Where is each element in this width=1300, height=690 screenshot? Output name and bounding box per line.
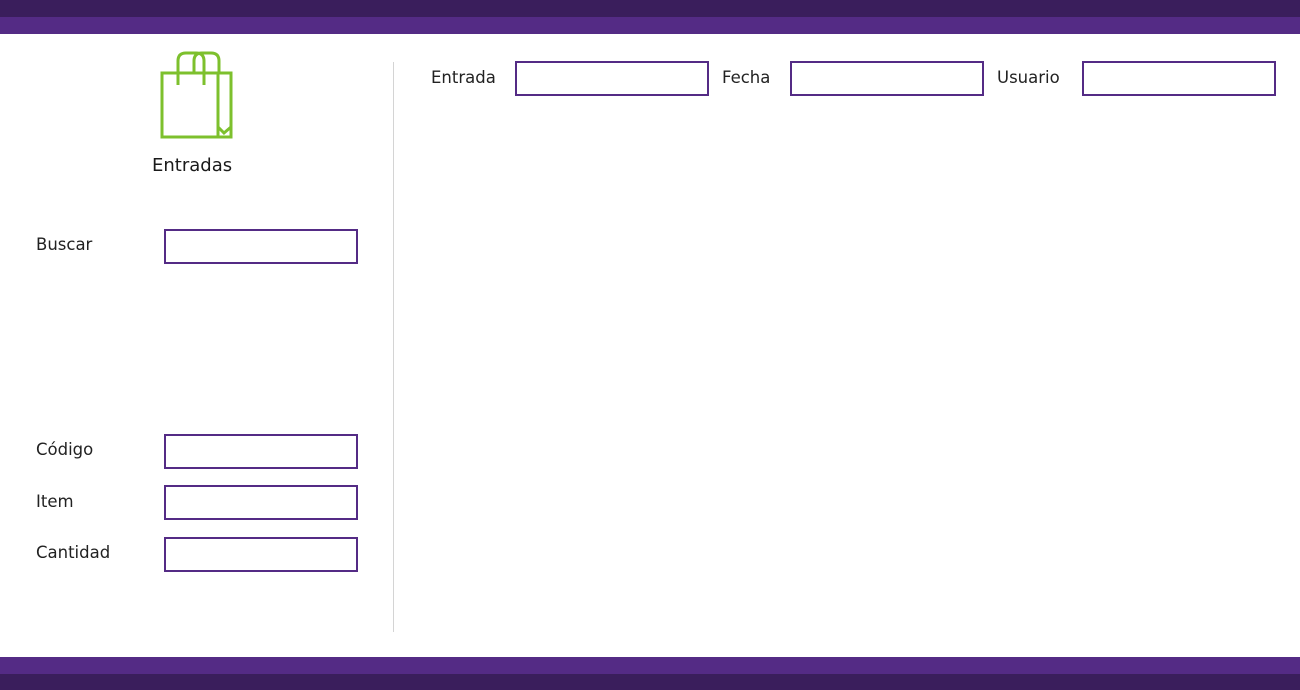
usuario-input[interactable] <box>1082 61 1276 96</box>
bottom-bar-dark <box>0 674 1300 690</box>
vertical-divider <box>393 62 394 632</box>
shopping-bag-icon <box>160 51 233 139</box>
top-bar-dark <box>0 0 1300 17</box>
cantidad-label: Cantidad <box>36 543 111 562</box>
entrada-input[interactable] <box>515 61 709 96</box>
codigo-label: Código <box>36 440 94 459</box>
fecha-input[interactable] <box>790 61 984 96</box>
search-input[interactable] <box>164 229 358 264</box>
usuario-label: Usuario <box>997 68 1060 87</box>
fecha-label: Fecha <box>722 68 771 87</box>
item-input[interactable] <box>164 485 358 520</box>
codigo-input[interactable] <box>164 434 358 469</box>
top-bar-light <box>0 17 1300 34</box>
entrada-label: Entrada <box>431 68 496 87</box>
item-label: Item <box>36 492 74 511</box>
search-label: Buscar <box>36 235 93 254</box>
cantidad-input[interactable] <box>164 537 358 572</box>
bottom-bar-light <box>0 657 1300 674</box>
page-title: Entradas <box>152 155 233 176</box>
